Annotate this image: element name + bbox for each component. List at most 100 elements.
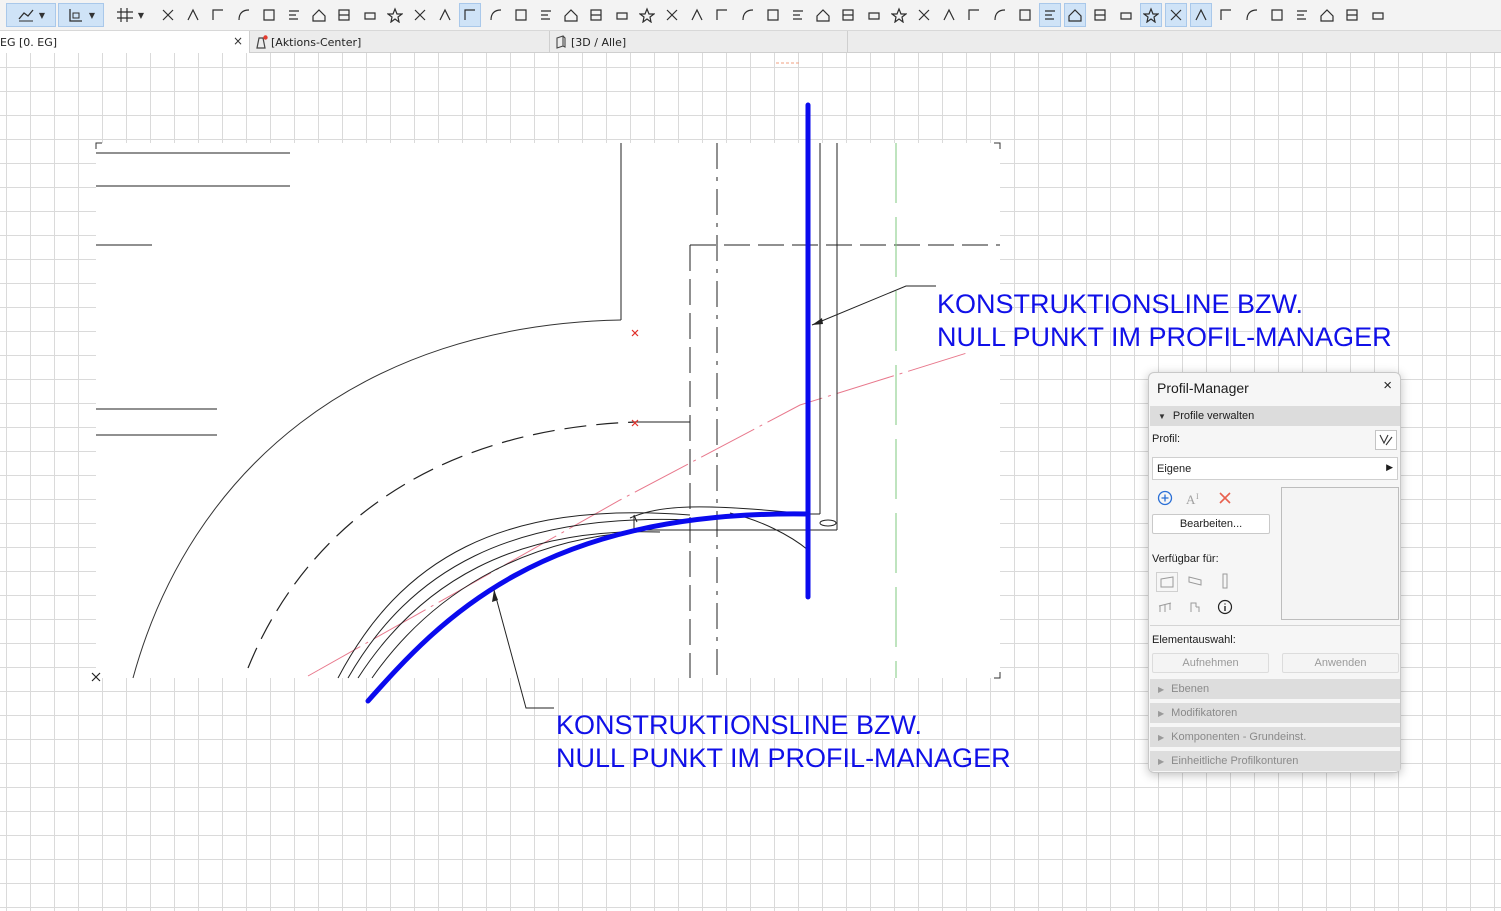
favorite-star-icon[interactable] (434, 3, 456, 27)
tab-action-center[interactable]: [Aktions-Center] (250, 31, 550, 53)
box-icon[interactable] (711, 3, 733, 27)
slab-icon[interactable] (812, 3, 834, 27)
profile-label: Profil: (1152, 433, 1181, 445)
dimension-icon[interactable] (207, 3, 229, 27)
trim-icon[interactable] (157, 3, 179, 27)
vertex-icon[interactable] (661, 3, 683, 27)
image-icon[interactable] (510, 3, 532, 27)
object-type-icon[interactable] (1186, 598, 1204, 616)
zoom-icon[interactable] (1291, 3, 1313, 27)
chevron-right-icon: ▶ (1158, 732, 1165, 742)
tab-label: [3D / Alle] (571, 35, 627, 49)
brush-icon[interactable] (888, 3, 910, 27)
camera-icon[interactable] (737, 3, 759, 27)
door-icon[interactable] (1014, 3, 1036, 27)
doc-icon[interactable] (308, 3, 330, 27)
wall-icon[interactable] (1115, 3, 1137, 27)
info-icon[interactable] (1216, 598, 1234, 616)
select-mode-icon[interactable] (485, 3, 507, 27)
tab-floor-plan[interactable]: EG [0. EG] × (0, 31, 250, 53)
section-layers[interactable]: ▶ Ebenen (1150, 679, 1400, 699)
beam-icon[interactable] (989, 3, 1011, 27)
mesh-icon[interactable] (837, 3, 859, 27)
section-icon[interactable] (963, 3, 985, 27)
edit-button[interactable]: Bearbeiten... (1152, 514, 1270, 534)
profile-icon[interactable] (1039, 3, 1061, 27)
edit-icon[interactable] (333, 3, 355, 27)
annotation-top-line2: NULL PUNKT IM PROFIL-MANAGER (937, 322, 1392, 352)
chevron-right-icon: ▶ (1158, 756, 1165, 766)
add-profile-icon[interactable] (1156, 489, 1174, 507)
delete-icon[interactable] (1216, 489, 1234, 507)
lift-icon[interactable] (1341, 3, 1363, 27)
plan-area (96, 143, 1000, 678)
profile-manager-panel: Profil-Manager × ▼ Profile verwalten Pro… (1148, 372, 1401, 773)
annotation-top-line1: KONSTRUKTIONSLINE BZW. (937, 289, 1304, 319)
grid-icon[interactable] (1215, 3, 1237, 27)
group-icon[interactable] (762, 3, 784, 27)
trace-icon[interactable] (1190, 3, 1213, 27)
profile-select-value: Eigene (1157, 462, 1192, 475)
section-modifiers[interactable]: ▶ Modifikatoren (1150, 703, 1400, 723)
annotation-bottom: KONSTRUKTIONSLINE BZW. NULL PUNKT IM PRO… (556, 709, 1011, 775)
orientation-icon[interactable]: ▼ (6, 3, 56, 27)
plan-icon[interactable] (1367, 3, 1389, 27)
rename-icon[interactable]: AI (1185, 489, 1203, 507)
circle-icon[interactable] (636, 3, 658, 27)
view-tab-bar: EG [0. EG] × [Aktions-Center] [3D / Alle… (0, 31, 1501, 53)
section-components[interactable]: ▶ Komponenten - Grundeinst. (1150, 727, 1400, 747)
home-icon[interactable] (359, 3, 381, 27)
dimension-auto-icon[interactable] (1241, 3, 1263, 27)
section-label: Komponenten - Grundeinst. (1171, 731, 1307, 743)
profile-settings-icon[interactable] (1375, 430, 1397, 450)
section-label: Profile verwalten (1172, 410, 1255, 422)
railing-type-icon[interactable] (1156, 598, 1174, 616)
label-icon[interactable] (585, 3, 607, 27)
capture-button[interactable]: Aufnehmen (1152, 653, 1269, 673)
close-icon[interactable]: × (1383, 377, 1392, 394)
chevron-right-icon: ▶ (1158, 708, 1165, 718)
apply-button[interactable]: Anwenden (1282, 653, 1399, 673)
hatch-icon[interactable] (1064, 3, 1087, 27)
annotation-bottom-line1: KONSTRUKTIONSLINE BZW. (556, 710, 923, 740)
rotate-icon[interactable] (258, 3, 280, 27)
table-icon[interactable] (913, 3, 935, 27)
main-toolbar: ▼ ▼ ▼ (0, 0, 1501, 31)
section-profile-contours[interactable]: ▶ Einheitliche Profilkonturen (1150, 751, 1400, 771)
wall-type-icon[interactable] (1156, 572, 1178, 592)
roof-icon[interactable] (535, 3, 557, 27)
annotation-bottom-line2: NULL PUNKT IM PROFIL-MANAGER (556, 743, 1011, 773)
layer-stack-icon[interactable] (938, 3, 960, 27)
beam-type-icon[interactable] (1186, 572, 1204, 590)
close-icon[interactable]: × (233, 34, 243, 48)
fill-pattern-icon[interactable] (1089, 3, 1111, 27)
svg-text:I: I (1196, 492, 1199, 501)
zone-icon[interactable] (1139, 3, 1162, 27)
layer-icon[interactable] (409, 3, 431, 27)
annotation-top: KONSTRUKTIONSLINE BZW. NULL PUNKT IM PRO… (937, 288, 1392, 354)
column-icon[interactable] (686, 3, 708, 27)
snap-icon[interactable]: ▼ (58, 3, 104, 27)
column-type-icon[interactable] (1216, 572, 1234, 590)
tab-label: EG [0. EG] (0, 35, 58, 49)
select-icon[interactable] (459, 3, 482, 27)
angle-icon[interactable] (233, 3, 255, 27)
profile-preview (1281, 487, 1399, 620)
stair-roof-icon[interactable] (1316, 3, 1338, 27)
grid-snap-icon[interactable]: ▼ (110, 3, 150, 27)
tab-label: [Aktions-Center] (271, 35, 362, 49)
text-icon[interactable] (1266, 3, 1288, 27)
section-profile-manage[interactable]: ▼ Profile verwalten (1150, 406, 1400, 426)
shape-icon[interactable] (611, 3, 633, 27)
stair-icon[interactable] (787, 3, 809, 27)
magic-wand-icon[interactable] (182, 3, 204, 27)
fill-icon[interactable] (384, 3, 406, 27)
morph-icon[interactable] (863, 3, 885, 27)
tab-3d-view[interactable]: [3D / Alle] (550, 31, 848, 53)
chevron-right-icon: ▶ (1158, 684, 1165, 694)
object-icon[interactable] (560, 3, 582, 27)
offset-icon[interactable] (283, 3, 305, 27)
profile-select[interactable]: Eigene ▶ (1152, 457, 1398, 480)
section-label: Ebenen (1171, 683, 1210, 695)
frame-icon[interactable] (1165, 3, 1187, 27)
